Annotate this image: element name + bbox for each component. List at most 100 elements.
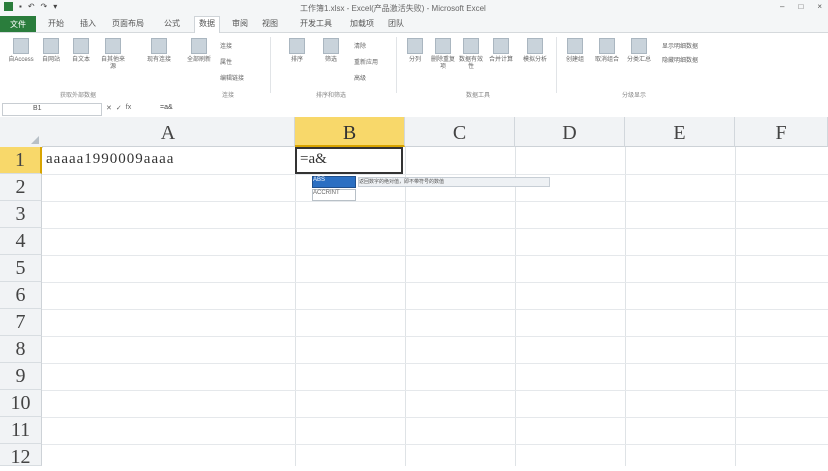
edit-links-button[interactable]: 编辑链接: [220, 73, 244, 82]
undo-icon[interactable]: ↶: [28, 2, 35, 11]
row-header-6[interactable]: 6: [0, 282, 42, 309]
text-to-columns-button[interactable]: 分列: [402, 38, 428, 64]
column-header-b[interactable]: B: [295, 117, 405, 147]
connections-button[interactable]: 连接: [220, 41, 232, 50]
ungroup-icon: [599, 38, 615, 54]
row-header-12[interactable]: 12: [0, 444, 42, 468]
subtotal-button[interactable]: 分类汇总: [626, 38, 652, 64]
select-all-button[interactable]: [0, 117, 43, 148]
advanced-button[interactable]: 高级: [354, 73, 366, 82]
excel-logo-icon: [4, 2, 13, 11]
tab-review[interactable]: 审阅: [232, 18, 248, 29]
tab-addins[interactable]: 加载项: [350, 18, 374, 29]
what-if-analysis-button[interactable]: 模拟分析: [522, 38, 548, 64]
group-separator: [396, 37, 397, 93]
maximize-button[interactable]: □: [798, 2, 803, 11]
row-header-3[interactable]: 3: [0, 201, 42, 228]
properties-button[interactable]: 属性: [220, 57, 232, 66]
gridline: [42, 390, 828, 391]
tab-data[interactable]: 数据: [194, 16, 220, 33]
row-header-11[interactable]: 11: [0, 417, 42, 444]
from-web-button[interactable]: 自网站: [38, 38, 64, 64]
tab-developer[interactable]: 开发工具: [300, 18, 332, 29]
group-label-get-external-data: 获取外部数据: [60, 93, 97, 99]
row-header-8[interactable]: 8: [0, 336, 42, 363]
gridline: [42, 282, 828, 283]
worksheet-grid[interactable]: A B C D E F 1 2 3 4 5 6 7 8 9 10 11 12 a…: [0, 117, 828, 468]
row-header-10[interactable]: 10: [0, 390, 42, 417]
qat-dropdown-icon[interactable]: ▾: [53, 2, 57, 11]
row-header-2[interactable]: 2: [0, 174, 42, 201]
row-header-5[interactable]: 5: [0, 255, 42, 282]
group-separator: [270, 37, 271, 93]
minimize-button[interactable]: –: [780, 2, 784, 11]
filter-icon: [323, 38, 339, 54]
enter-icon[interactable]: ✓: [116, 104, 122, 112]
ungroup-button[interactable]: 取消组合: [594, 38, 620, 64]
autocomplete-item[interactable]: ABS: [312, 176, 356, 188]
reapply-button[interactable]: 重新应用: [354, 57, 378, 66]
existing-connections-button[interactable]: 现有连接: [146, 38, 172, 64]
consolidate-icon: [493, 38, 509, 54]
cancel-icon[interactable]: ✕: [106, 104, 112, 112]
subtotal-icon: [631, 38, 647, 54]
column-header-f[interactable]: F: [735, 117, 828, 147]
gridline: [295, 147, 296, 466]
formula-bar: B1 ✕ ✓ fx =a&: [0, 101, 828, 118]
hide-detail-button[interactable]: 隐藏明细数据: [662, 55, 698, 64]
tab-team[interactable]: 团队: [388, 18, 404, 29]
row-header-7[interactable]: 7: [0, 309, 42, 336]
column-header-a[interactable]: A: [42, 117, 295, 147]
from-access-button[interactable]: 自Access: [8, 38, 34, 64]
save-icon[interactable]: ▪: [19, 2, 22, 11]
gridline: [515, 147, 516, 466]
gridline: [42, 363, 828, 364]
row-header-4[interactable]: 4: [0, 228, 42, 255]
split-icon: [407, 38, 423, 54]
gridline: [42, 444, 828, 445]
column-header-c[interactable]: C: [405, 117, 515, 147]
globe-icon: [43, 38, 59, 54]
select-all-icon: [31, 136, 39, 144]
active-cell-b1[interactable]: =a&: [295, 147, 403, 174]
gridline: [42, 309, 828, 310]
quick-access-toolbar: ▪ ↶ ↷ ▾: [4, 2, 57, 11]
group-button[interactable]: 创建组: [562, 38, 588, 64]
data-validation-button[interactable]: 数据有效性: [458, 38, 484, 71]
filter-button[interactable]: 筛选: [318, 38, 344, 64]
from-other-sources-button[interactable]: 自其他来源: [100, 38, 126, 71]
from-text-button[interactable]: 自文本: [68, 38, 94, 64]
window-controls: – □ ×: [780, 2, 822, 11]
tab-file[interactable]: 文件: [0, 16, 36, 32]
window-title: 工作簿1.xlsx - Excel(产品激活失败) - Microsoft Ex…: [300, 4, 486, 13]
column-header-e[interactable]: E: [625, 117, 735, 147]
name-box[interactable]: B1: [2, 103, 102, 116]
group-separator: [556, 37, 557, 93]
group-label-connections: 连接: [222, 93, 235, 99]
redo-icon[interactable]: ↷: [41, 2, 48, 11]
formula-input[interactable]: =a&: [160, 104, 173, 111]
name-box-value: B1: [33, 105, 42, 112]
tab-view[interactable]: 视图: [262, 18, 278, 29]
tab-insert[interactable]: 插入: [80, 18, 96, 29]
text-file-icon: [73, 38, 89, 54]
gridline: [42, 417, 828, 418]
gridline: [42, 255, 828, 256]
autocomplete-item[interactable]: ACCRINT: [312, 189, 356, 201]
cell-a1[interactable]: aaaaa1990009aaaa: [46, 151, 174, 168]
row-header-1[interactable]: 1: [0, 147, 42, 174]
refresh-all-button[interactable]: 全部刷新: [186, 38, 212, 64]
tab-page-layout[interactable]: 页面布局: [112, 18, 144, 29]
row-header-9[interactable]: 9: [0, 363, 42, 390]
close-button[interactable]: ×: [817, 2, 822, 11]
tab-home[interactable]: 开始: [48, 18, 64, 29]
clear-button[interactable]: 清除: [354, 41, 366, 50]
tab-formulas[interactable]: 公式: [164, 18, 180, 29]
column-header-d[interactable]: D: [515, 117, 625, 147]
sort-button[interactable]: 排序: [284, 38, 310, 64]
insert-function-icon[interactable]: fx: [126, 104, 131, 112]
remove-duplicates-button[interactable]: 删除重复项: [430, 38, 456, 71]
show-detail-button[interactable]: 显示明细数据: [662, 41, 698, 50]
formula-bar-buttons: ✕ ✓ fx: [106, 104, 131, 112]
consolidate-button[interactable]: 合并计算: [488, 38, 514, 64]
